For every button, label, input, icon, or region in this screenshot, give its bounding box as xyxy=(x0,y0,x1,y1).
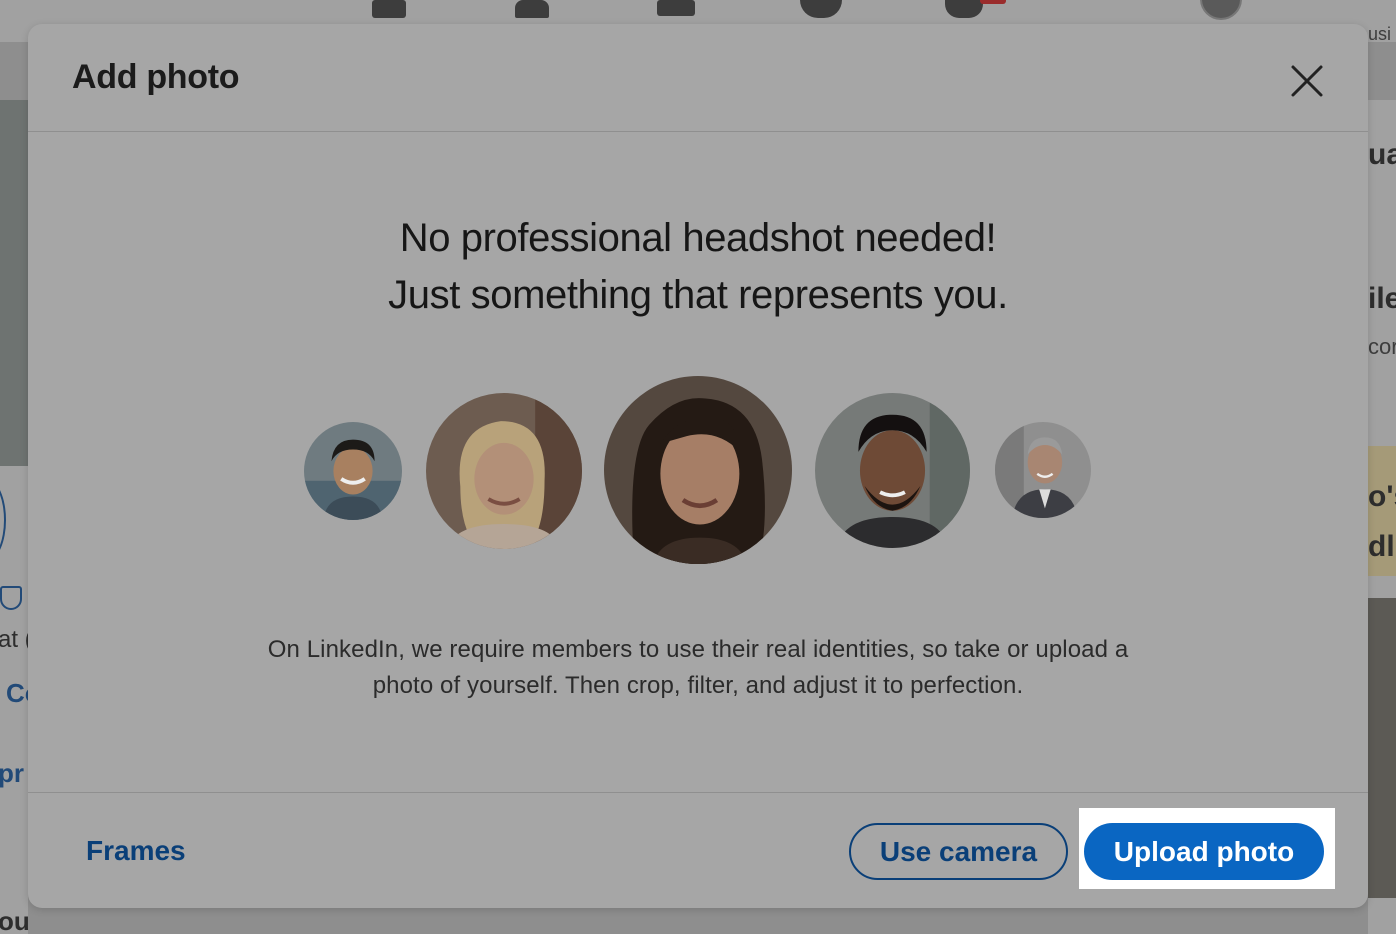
background-right-text-5: dl xyxy=(1368,530,1395,563)
modal-footer: Frames Use camera Upload photo xyxy=(28,792,1368,908)
description-line-2: photo of yourself. Then crop, filter, an… xyxy=(372,672,1024,699)
avatar-woman-dark-hair xyxy=(604,376,792,564)
close-icon xyxy=(1291,65,1323,97)
background-right-content: ua ile cor o's dl xyxy=(1368,100,1396,934)
avatar-woman-blonde xyxy=(426,393,582,549)
upload-photo-button[interactable]: Upload photo xyxy=(1084,823,1324,880)
jobs-icon xyxy=(657,0,695,16)
background-right-text-2: ile xyxy=(1368,282,1396,315)
modal-header: Add photo xyxy=(28,24,1368,132)
background-nav-text: usi xyxy=(1368,24,1392,44)
background-left-heading: ou xyxy=(0,906,30,934)
headline-line-2: Just something that represents you. xyxy=(388,273,1008,317)
frames-link[interactable]: Frames xyxy=(86,835,186,867)
verified-shield-icon xyxy=(0,586,22,610)
profile-avatar-icon xyxy=(1200,0,1242,20)
avatar-man-suit xyxy=(995,422,1091,518)
background-avatar-ring xyxy=(0,480,6,560)
avatar-man-beard xyxy=(815,393,970,548)
notification-badge xyxy=(980,0,1006,4)
background-right-text-1: ua xyxy=(1368,138,1396,171)
background-left-content: at ( Co pr ou xyxy=(0,466,41,934)
headline-line-1: No professional headshot needed! xyxy=(399,216,997,260)
messaging-icon xyxy=(800,0,842,18)
background-left-button: pr xyxy=(0,758,24,788)
use-camera-button[interactable]: Use camera xyxy=(849,823,1068,880)
headline: No professional headshot needed! Just so… xyxy=(28,210,1368,324)
add-photo-modal: Add photo No professional headshot neede… xyxy=(28,24,1368,908)
sample-avatars xyxy=(28,24,1368,908)
description: On LinkedIn, we require members to use t… xyxy=(28,632,1368,704)
background-right-text-4: o's xyxy=(1368,480,1396,513)
notifications-icon xyxy=(945,0,983,18)
home-icon xyxy=(372,0,406,18)
close-button[interactable] xyxy=(1288,62,1326,100)
background-left-banner xyxy=(0,100,28,466)
background-photo xyxy=(1368,598,1396,898)
background-right-text-3: cor xyxy=(1368,334,1396,359)
description-line-1: On LinkedIn, we require members to use t… xyxy=(267,636,1129,663)
modal-title: Add photo xyxy=(72,58,240,96)
my-network-icon xyxy=(515,0,549,18)
avatar-man-smiling xyxy=(304,422,402,520)
